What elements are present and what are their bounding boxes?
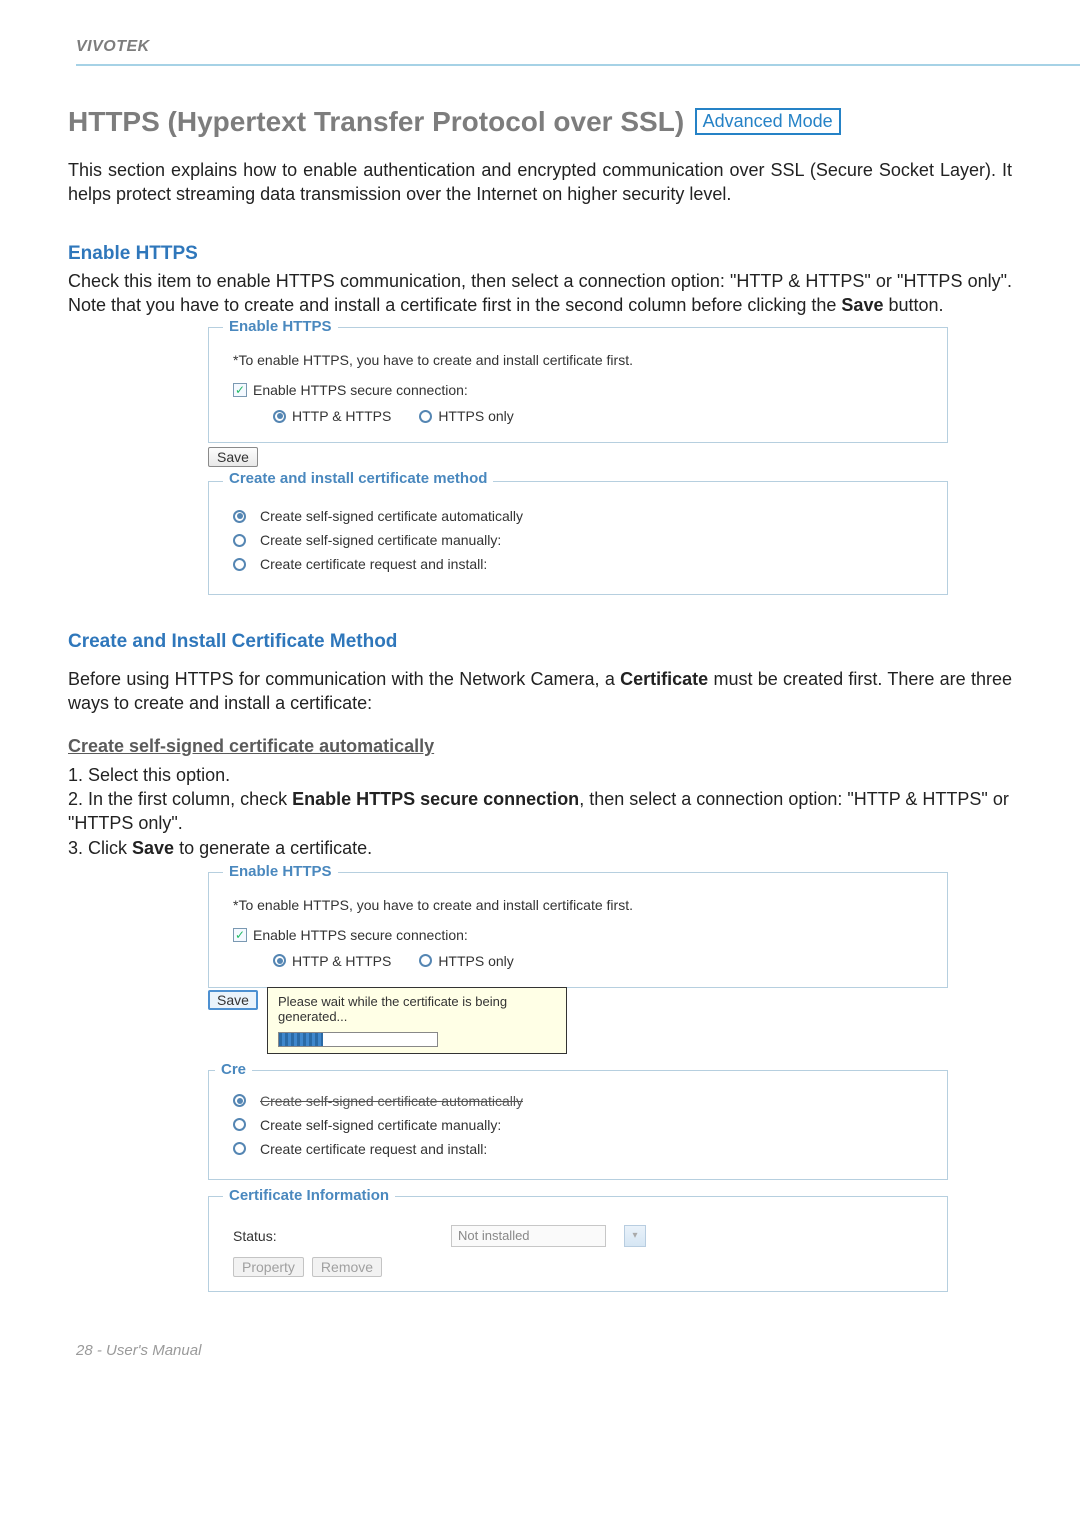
cert-option-request-2[interactable]: Create certificate request and install:	[233, 1141, 931, 1157]
header-divider	[76, 64, 1080, 66]
radio-http-and-https-2[interactable]: HTTP & HTTPS	[273, 953, 391, 969]
radio-label-1-2: HTTP & HTTPS	[292, 953, 391, 969]
cert-method-paragraph: Before using HTTPS for communication wit…	[68, 667, 1012, 716]
brand-label: VIVOTEK	[76, 38, 1080, 56]
page-title: HTTPS (Hypertext Transfer Protocol over …	[68, 106, 684, 137]
cert-method-fieldset-2: Cre Create self-signed certificate autom…	[208, 1070, 948, 1180]
save-button[interactable]: Save	[208, 447, 258, 467]
enable-https-checkbox-row[interactable]: ✓ Enable HTTPS secure connection:	[233, 382, 931, 398]
cert-option-request-label: Create certificate request and install:	[260, 556, 487, 572]
progress-bar	[278, 1032, 438, 1047]
enable-https-checkbox[interactable]: ✓	[233, 383, 247, 397]
radio-icon	[273, 954, 286, 967]
enable-https-paragraph: Check this item to enable HTTPS communic…	[68, 269, 1012, 318]
remove-button: Remove	[312, 1257, 382, 1277]
enable-https-checkbox[interactable]: ✓	[233, 928, 247, 942]
radio-icon	[419, 954, 432, 967]
cert-body-1: Before using HTTPS for communication wit…	[68, 669, 620, 689]
enable-body-2: button.	[883, 295, 943, 315]
enable-https-panel-2: Enable HTTPS *To enable HTTPS, you have …	[208, 872, 948, 1292]
cert-method-heading: Create and Install Certificate Method	[68, 631, 1012, 653]
enable-https-fieldset-2: Enable HTTPS *To enable HTTPS, you have …	[208, 872, 948, 988]
cert-option-auto[interactable]: Create self-signed certificate automatic…	[233, 508, 931, 524]
property-button: Property	[233, 1257, 304, 1277]
status-dropdown-button: ▾	[624, 1225, 646, 1247]
enable-https-legend-2: Enable HTTPS	[223, 863, 338, 880]
cert-body-bold: Certificate	[620, 669, 708, 689]
cert-option-auto-label: Create self-signed certificate automatic…	[260, 508, 523, 524]
chevron-down-icon: ▾	[632, 1230, 637, 1241]
cert-info-fieldset: Certificate Information Status: Not inst…	[208, 1196, 948, 1292]
enable-https-hint: *To enable HTTPS, you have to create and…	[233, 352, 923, 368]
auto-cert-steps: 1. Select this option. 2. In the first c…	[68, 763, 1012, 860]
radio-http-and-https[interactable]: HTTP & HTTPS	[273, 408, 391, 424]
cert-option-request-label-2: Create certificate request and install:	[260, 1141, 487, 1157]
cert-option-request[interactable]: Create certificate request and install:	[233, 556, 931, 572]
enable-https-fieldset: Enable HTTPS *To enable HTTPS, you have …	[208, 327, 948, 443]
radio-icon	[233, 1142, 246, 1155]
enable-https-checkbox-row-2[interactable]: ✓ Enable HTTPS secure connection:	[233, 927, 931, 943]
radio-icon	[233, 510, 246, 523]
radio-icon	[233, 1118, 246, 1131]
auto-cert-subheading: Create self-signed certificate automatic…	[68, 736, 1012, 757]
enable-https-panel-1: Enable HTTPS *To enable HTTPS, you have …	[208, 327, 948, 595]
step-3: 3. Click Save to generate a certificate.	[68, 836, 1012, 860]
enable-https-checkbox-label-2: Enable HTTPS secure connection:	[253, 927, 468, 943]
enable-https-hint-2: *To enable HTTPS, you have to create and…	[233, 897, 923, 913]
radio-https-only[interactable]: HTTPS only	[419, 408, 513, 424]
cert-option-auto-2[interactable]: Create self-signed certificate automatic…	[233, 1093, 931, 1109]
cert-option-auto-label-struck: Create self-signed certificate automatic…	[260, 1093, 523, 1109]
progress-fill	[279, 1033, 323, 1046]
radio-icon	[233, 534, 246, 547]
step-2: 2. In the first column, check Enable HTT…	[68, 787, 1012, 836]
radio-icon	[233, 558, 246, 571]
cert-method-legend-partial: Cre	[215, 1061, 252, 1078]
status-label: Status:	[233, 1228, 433, 1244]
generating-tooltip: Please wait while the certificate is bei…	[267, 987, 567, 1054]
tooltip-text: Please wait while the certificate is bei…	[278, 994, 556, 1024]
status-value-field: Not installed	[451, 1225, 606, 1247]
radio-https-only-2[interactable]: HTTPS only	[419, 953, 513, 969]
intro-paragraph: This section explains how to enable auth…	[68, 158, 1012, 207]
radio-icon	[419, 410, 432, 423]
save-button-focused[interactable]: Save	[208, 990, 258, 1010]
radio-icon	[233, 1094, 246, 1107]
radio-icon	[273, 410, 286, 423]
cert-option-manual-label-2: Create self-signed certificate manually:	[260, 1117, 501, 1133]
cert-info-legend: Certificate Information	[223, 1187, 395, 1204]
cert-option-manual[interactable]: Create self-signed certificate manually:	[233, 532, 931, 548]
radio-label-2-2: HTTPS only	[438, 953, 513, 969]
enable-body-bold: Save	[841, 295, 883, 315]
page-footer: 28 - User's Manual	[0, 1342, 1080, 1399]
cert-option-manual-2[interactable]: Create self-signed certificate manually:	[233, 1117, 931, 1133]
radio-label-1: HTTP & HTTPS	[292, 408, 391, 424]
cert-option-manual-label: Create self-signed certificate manually:	[260, 532, 501, 548]
cert-method-legend: Create and install certificate method	[223, 470, 493, 487]
enable-https-legend: Enable HTTPS	[223, 318, 338, 335]
enable-https-checkbox-label: Enable HTTPS secure connection:	[253, 382, 468, 398]
cert-method-fieldset: Create and install certificate method Cr…	[208, 481, 948, 595]
step-1: 1. Select this option.	[68, 763, 1012, 787]
radio-label-2: HTTPS only	[438, 408, 513, 424]
advanced-mode-badge: Advanced Mode	[695, 108, 841, 135]
enable-https-heading: Enable HTTPS	[68, 243, 1012, 265]
